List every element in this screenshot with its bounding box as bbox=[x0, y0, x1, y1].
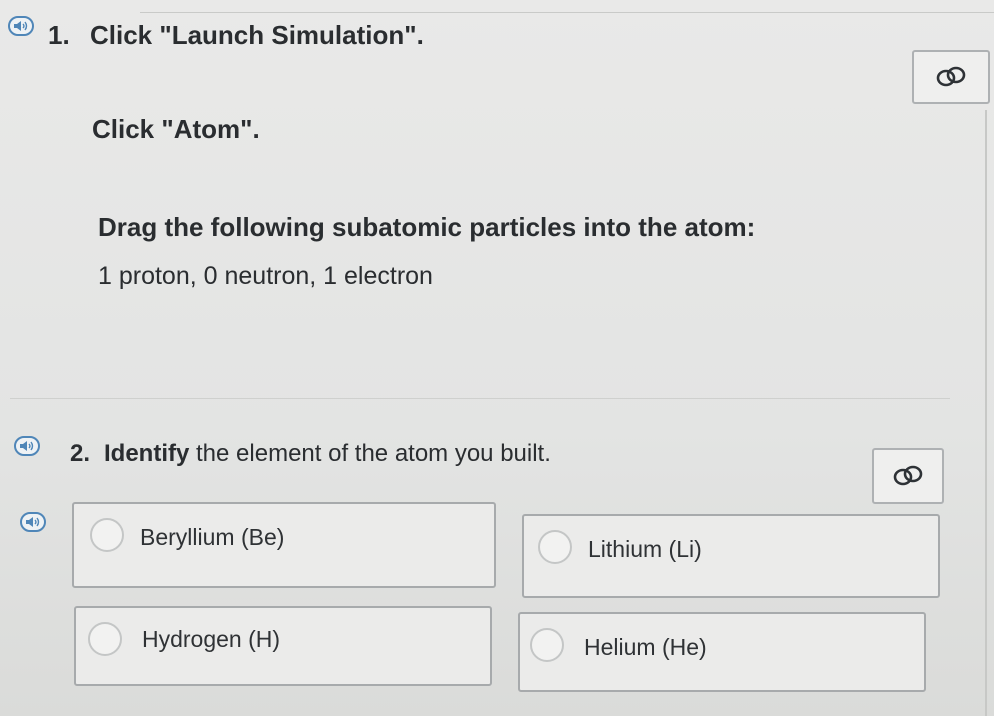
speaker-icon[interactable] bbox=[20, 512, 46, 532]
question-2-number: 2. bbox=[70, 440, 91, 467]
question-2-prompt: Identify the element of the atom you bui… bbox=[104, 440, 551, 468]
choice-label: Hydrogen (H) bbox=[142, 626, 281, 652]
question-1-instruction-atom: Click "Atom". bbox=[92, 114, 260, 144]
link-icon[interactable] bbox=[872, 448, 944, 504]
question-1-instruction-drag: Drag the following subatomic particles i… bbox=[98, 212, 756, 242]
choice-hydrogen[interactable]: Hydrogen (H) bbox=[74, 606, 492, 686]
radio-button[interactable] bbox=[530, 628, 564, 662]
question-2-prompt-verb: Identify bbox=[104, 440, 190, 467]
link-icon[interactable] bbox=[912, 50, 990, 104]
speaker-icon[interactable] bbox=[8, 16, 34, 36]
radio-button[interactable] bbox=[88, 622, 122, 656]
choice-label: Helium (He) bbox=[584, 634, 707, 660]
question-1-number: 1. bbox=[48, 20, 70, 50]
top-divider bbox=[140, 12, 994, 13]
question-page: 1. Click "Launch Simulation". Click "Ato… bbox=[0, 0, 994, 716]
panel-edge bbox=[985, 110, 987, 716]
choice-label: Lithium (Li) bbox=[588, 536, 702, 562]
choice-lithium[interactable]: Lithium (Li) bbox=[522, 514, 940, 598]
question-1-particles: 1 proton, 0 neutron, 1 electron bbox=[98, 262, 433, 290]
question-divider bbox=[10, 398, 950, 399]
question-1-instruction-launch: Click "Launch Simulation". bbox=[90, 20, 424, 50]
radio-button[interactable] bbox=[538, 530, 572, 564]
question-2-prompt-rest: the element of the atom you built. bbox=[196, 440, 551, 467]
choice-helium[interactable]: Helium (He) bbox=[518, 612, 926, 692]
speaker-icon[interactable] bbox=[14, 436, 40, 456]
radio-button[interactable] bbox=[90, 518, 124, 552]
choice-label: Beryllium (Be) bbox=[140, 524, 285, 550]
choice-beryllium[interactable]: Beryllium (Be) bbox=[72, 502, 496, 588]
